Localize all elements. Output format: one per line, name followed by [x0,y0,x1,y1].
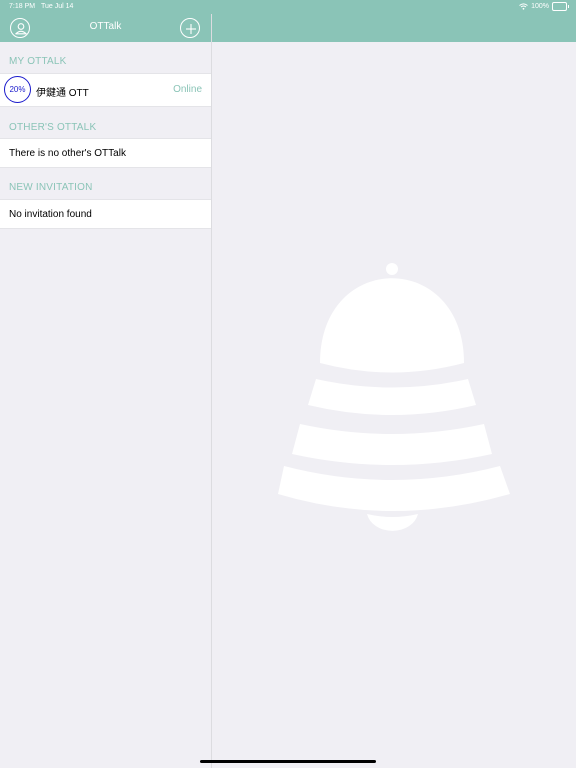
bell-icon [278,263,510,531]
status-indicators: 100% [519,2,569,11]
battery-percent: 100% [531,3,549,10]
home-indicator [200,760,376,763]
wifi-icon [519,3,528,10]
battery-icon [552,2,569,11]
status-date: Tue Jul 14 [41,3,74,10]
status-bar: 7:18 PM Tue Jul 14 100% [0,0,576,14]
status-time: 7:18 PM [9,3,36,10]
